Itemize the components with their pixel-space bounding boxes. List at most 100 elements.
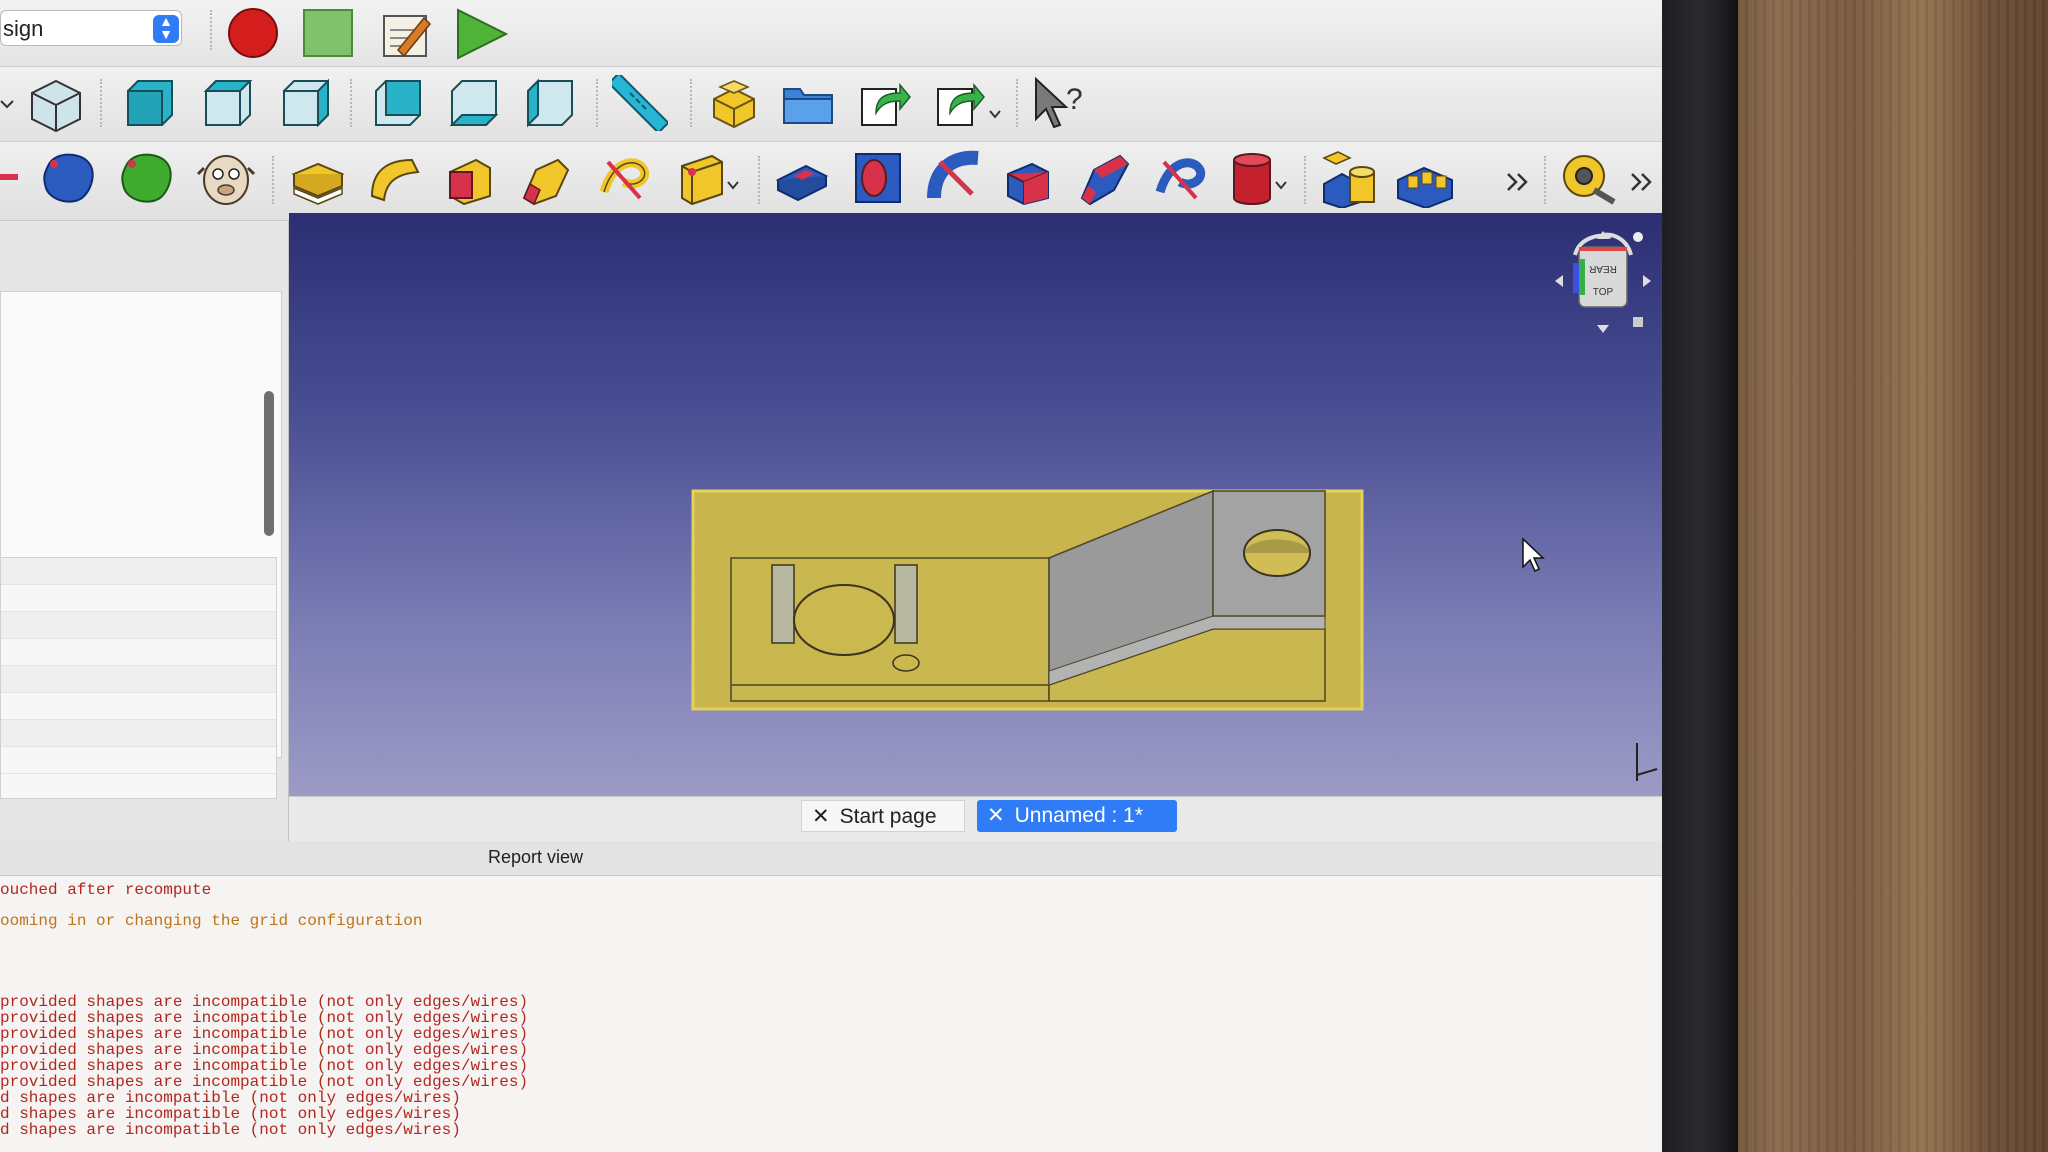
right-view-icon[interactable] <box>278 75 334 131</box>
property-row[interactable] <box>1 639 276 666</box>
link-icon[interactable] <box>856 75 912 131</box>
model-drawing <box>691 489 1658 781</box>
record-macro-icon[interactable] <box>226 6 280 60</box>
monitor-bezel <box>1658 0 1738 1152</box>
macro-toolbar: sign ▲ ▼ <box>0 0 1662 67</box>
hole-icon[interactable] <box>850 148 906 208</box>
additive-primitive-icon[interactable] <box>676 148 740 208</box>
run-macro-icon[interactable] <box>454 8 510 60</box>
pad-icon[interactable] <box>290 152 346 206</box>
subtractive-helix-icon[interactable] <box>1150 148 1210 208</box>
tab-start-page[interactable]: ✕ Start page <box>801 800 965 832</box>
navcube-top-label: TOP <box>1592 287 1614 298</box>
log-line: d shapes are incompatible (not only edge… <box>0 1121 461 1139</box>
log-line: provided shapes are incompatible (not on… <box>0 1009 529 1027</box>
chevron-down-icon[interactable] <box>0 97 14 111</box>
front-view-icon[interactable] <box>122 75 178 131</box>
mouse-cursor-icon <box>1522 537 1545 573</box>
property-row[interactable] <box>1 612 276 639</box>
groove-icon[interactable] <box>926 148 986 208</box>
log-line: provided shapes are incompatible (not on… <box>0 1041 529 1059</box>
tab-label: Start page <box>839 805 937 828</box>
property-editor[interactable] <box>0 557 277 799</box>
log-line: provided shapes are incompatible (not on… <box>0 1025 529 1043</box>
log-line: provided shapes are incompatible (not on… <box>0 993 529 1011</box>
whats-this-icon[interactable]: ? <box>1030 75 1092 133</box>
top-view-icon[interactable] <box>200 75 256 131</box>
3d-view[interactable]: REAR TOP <box>289 213 1662 796</box>
attach-sketch-icon[interactable] <box>118 148 178 208</box>
svg-text:?: ? <box>1066 83 1083 116</box>
tab-label: Unnamed : 1* <box>1014 804 1144 827</box>
log-line: ouched after recompute <box>0 881 212 899</box>
log-line: ooming in or changing the grid configura… <box>0 912 423 930</box>
rear-view-icon[interactable] <box>370 75 426 131</box>
combo-view-panel <box>0 221 289 841</box>
log-line: provided shapes are incompatible (not on… <box>0 1073 529 1091</box>
chevron-updown-icon: ▲ ▼ <box>153 14 179 43</box>
pattern-icon[interactable] <box>1394 154 1456 208</box>
toolbar-separator <box>272 156 274 204</box>
report-view-title: Report view <box>488 847 584 867</box>
macro-editor-icon[interactable] <box>378 6 434 62</box>
boolean-icon[interactable] <box>1320 150 1380 208</box>
log-line: provided shapes are incompatible (not on… <box>0 1057 529 1075</box>
workbench-selector[interactable]: sign ▲ ▼ <box>0 10 182 46</box>
axis-cross-icon <box>1636 743 1658 781</box>
overflow-icon[interactable] <box>1630 172 1654 192</box>
report-view-log[interactable]: ouched after recompute ooming in or chan… <box>0 876 1662 1152</box>
report-view-header: Report view <box>0 841 1662 876</box>
freecad-window: sign ▲ ▼ ? REAR TOP ✕ Start page ✕ Unnam… <box>0 0 1662 1152</box>
toolbar-separator <box>758 156 760 204</box>
pocket-icon[interactable] <box>774 152 830 206</box>
view-toolbar: ? <box>0 67 1662 142</box>
property-row[interactable] <box>1 585 276 612</box>
close-icon[interactable]: ✕ <box>812 805 830 828</box>
loft-icon[interactable] <box>442 150 498 206</box>
tab-unnamed-document[interactable]: ✕ Unnamed : 1* <box>977 800 1177 832</box>
property-row[interactable] <box>1 720 276 747</box>
toolbar-separator <box>1016 79 1018 127</box>
measure-tape-icon[interactable] <box>1560 150 1618 208</box>
toolbar-separator <box>596 79 598 127</box>
measure-distance-icon[interactable] <box>612 75 668 131</box>
log-line: d shapes are incompatible (not only edge… <box>0 1089 461 1107</box>
sketch-validate-icon[interactable] <box>196 148 256 208</box>
toolbar-separator <box>210 10 212 50</box>
subtractive-cylinder-icon[interactable] <box>1226 148 1290 208</box>
toolbar-separator <box>100 79 102 127</box>
subtractive-pipe-icon[interactable] <box>1076 148 1136 208</box>
log-line: d shapes are incompatible (not only edge… <box>0 1105 461 1123</box>
partdesign-toolbar <box>0 142 1662 221</box>
property-row[interactable] <box>1 666 276 693</box>
create-part-icon[interactable] <box>706 77 762 131</box>
workbench-label: sign <box>3 16 44 41</box>
subtractive-loft-icon[interactable] <box>1002 152 1058 206</box>
toolbar-separator <box>1544 156 1546 204</box>
link-actions-icon[interactable] <box>934 75 1004 131</box>
property-row[interactable] <box>1 747 276 774</box>
navigation-cube[interactable]: REAR TOP <box>1553 223 1653 333</box>
selected-part[interactable] <box>691 489 1364 711</box>
more-tools-icon[interactable] <box>1506 172 1530 192</box>
bottom-view-icon[interactable] <box>446 75 502 131</box>
isometric-view-icon[interactable] <box>28 77 84 133</box>
navcube-arrows-icon[interactable] <box>1553 223 1653 333</box>
sweep-helix-icon[interactable] <box>594 148 654 208</box>
revolve-icon[interactable] <box>366 152 422 206</box>
pipe-icon[interactable] <box>518 150 574 206</box>
close-icon[interactable]: ✕ <box>987 804 1005 827</box>
toolbar-separator <box>1304 156 1306 204</box>
tree-scrollbar[interactable] <box>264 391 274 536</box>
navcube-rear-label: REAR <box>1589 263 1617 274</box>
sketch-icon[interactable] <box>40 148 100 208</box>
create-group-icon[interactable] <box>780 79 836 129</box>
toolbar-separator <box>690 79 692 127</box>
stop-macro-icon[interactable] <box>302 8 356 60</box>
property-row[interactable] <box>1 558 276 585</box>
property-row[interactable] <box>1 693 276 720</box>
document-tabbar: ✕ Start page ✕ Unnamed : 1* <box>289 796 1662 841</box>
toolbar-separator <box>350 79 352 127</box>
body-icon[interactable] <box>0 172 20 182</box>
left-view-icon[interactable] <box>522 75 578 131</box>
